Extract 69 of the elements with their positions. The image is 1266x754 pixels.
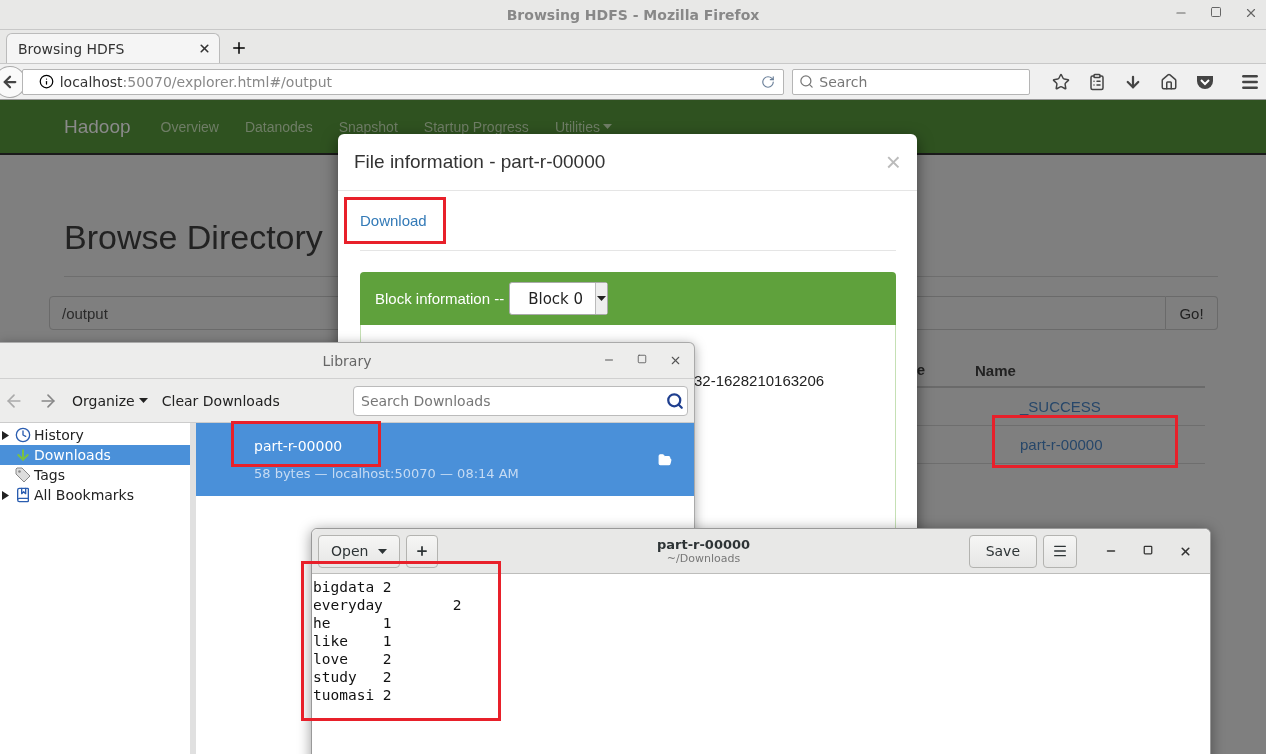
close-icon[interactable] (198, 42, 211, 55)
download-link[interactable]: Download (360, 212, 427, 229)
clear-downloads-button[interactable]: Clear Downloads (161, 392, 280, 409)
window-title: Browsing HDFS - Mozilla Firefox (506, 6, 760, 23)
info-icon (38, 74, 54, 89)
search-placeholder: Search Downloads (361, 392, 491, 409)
save-button[interactable]: Save (968, 534, 1037, 568)
column-header: e (916, 361, 925, 378)
search-field[interactable]: Search (792, 68, 1030, 95)
sidebar-item[interactable]: Downloads (0, 445, 190, 465)
url-text: localhost:50070/explorer.html#/output (59, 73, 333, 90)
file-link[interactable]: _SUCCESS (1020, 398, 1205, 415)
dialog-title: File information - part-r-00000 (354, 151, 606, 173)
folder-icon[interactable] (658, 452, 672, 467)
text-line: like 1 (313, 633, 392, 649)
sidebar-item[interactable]: All Bookmarks (0, 485, 190, 505)
sidebar-item[interactable]: Tags (0, 465, 190, 485)
download-icon (15, 447, 31, 463)
menu-button[interactable] (1043, 534, 1077, 568)
caret-icon (603, 124, 612, 129)
brand-link[interactable]: Hadoop (64, 115, 131, 138)
document-path: ~/Downloads (666, 552, 741, 565)
search-icon (799, 74, 815, 89)
sidebar-item[interactable]: History (0, 425, 190, 445)
maximize-icon[interactable] (1210, 6, 1222, 18)
download-details: 58 bytes — localhost:50070 — 08:14 AM (254, 466, 519, 481)
file-link[interactable]: part-r-00000 (1020, 436, 1205, 453)
new-tab-icon[interactable] (230, 39, 248, 57)
block-select[interactable]: Block 0 (509, 282, 609, 315)
download-item[interactable]: part-r-00000 58 bytes — localhost:50070 — 08:14 AM (196, 423, 694, 496)
clock-icon (15, 427, 31, 443)
dropdown-caret-icon (597, 296, 607, 301)
caret-icon (378, 548, 388, 554)
text-line: love 2 (313, 651, 392, 667)
column-header: Name (975, 361, 1017, 379)
new-document-button[interactable] (406, 534, 439, 568)
search-placeholder: Search (819, 73, 868, 90)
search-downloads-field[interactable]: Search Downloads (353, 385, 688, 416)
clipboard-icon[interactable] (1088, 72, 1106, 91)
block-info-text: 32-1628210163206 (694, 372, 825, 389)
text-line: bigdata 2 (313, 579, 392, 595)
text-line: everyday 2 (313, 597, 462, 613)
tag-icon (15, 467, 31, 483)
menu-icon (1052, 543, 1068, 559)
caret-icon (138, 398, 148, 403)
browser-tab[interactable]: Browsing HDFS (6, 33, 220, 63)
reload-icon[interactable] (761, 74, 776, 89)
go-button[interactable]: Go! (1166, 296, 1218, 330)
plus-icon (415, 544, 430, 558)
organize-menu[interactable]: Organize (72, 392, 148, 409)
expand-arrow-icon[interactable] (2, 490, 9, 500)
window-title: Library (322, 352, 372, 369)
address-bar[interactable]: localhost:50070/explorer.html#/output (21, 68, 785, 95)
text-line: tuomasi 2 (313, 687, 392, 703)
text-line: study 2 (313, 669, 392, 685)
expand-arrow-icon[interactable] (2, 430, 9, 440)
close-icon[interactable] (669, 354, 682, 367)
close-icon[interactable] (1179, 544, 1192, 558)
bookmark-icon (15, 487, 31, 503)
text-line: he 1 (313, 615, 392, 631)
search-icon (666, 391, 684, 410)
open-button[interactable]: Open (318, 534, 401, 568)
pocket-icon[interactable] (1196, 73, 1214, 90)
star-icon[interactable] (1052, 72, 1070, 91)
home-icon[interactable] (1160, 72, 1178, 91)
document-title: part-r-00000 (656, 537, 751, 552)
page-heading: Browse Directory (64, 217, 323, 258)
maximize-icon[interactable] (1143, 544, 1153, 555)
download-name: part-r-00000 (254, 438, 344, 454)
